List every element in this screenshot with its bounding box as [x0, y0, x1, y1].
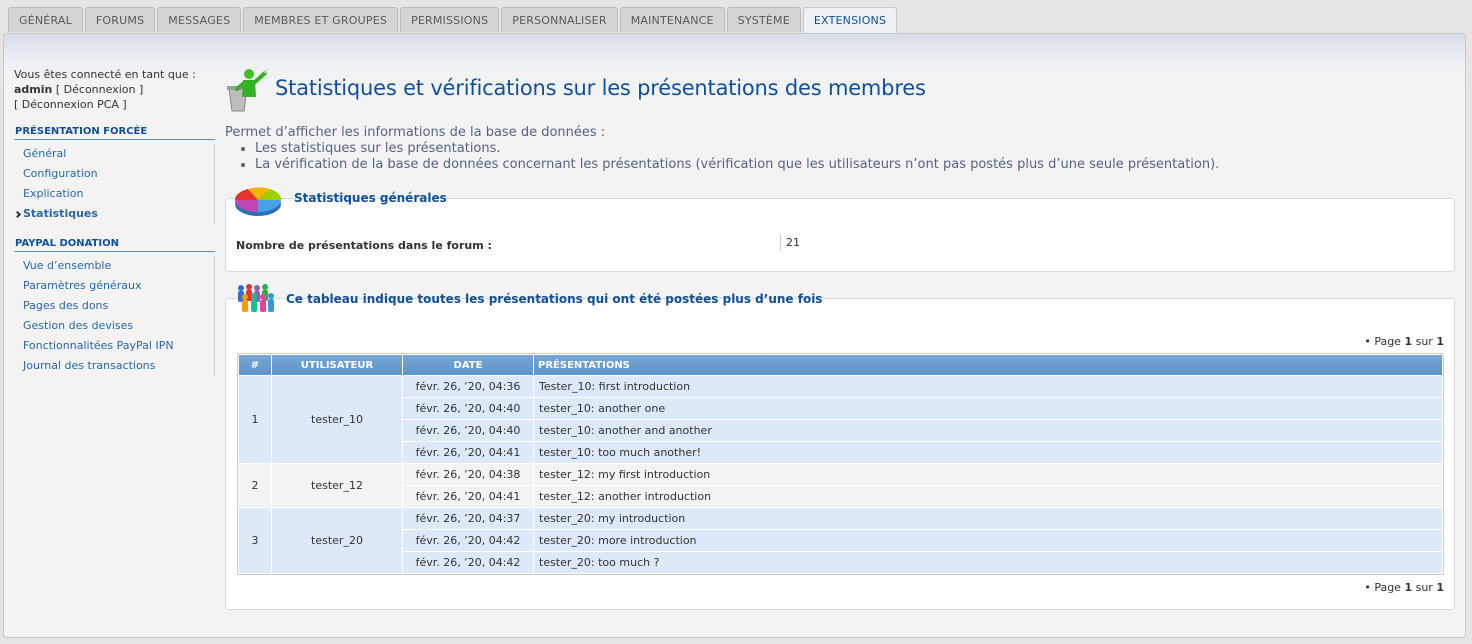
menu-header-paypal-donation: PAYPAL DONATION — [14, 238, 215, 252]
tab-members-groups[interactable]: MEMBRES ET GROUPES — [243, 7, 399, 32]
stat-divider — [780, 235, 781, 251]
tab-extensions[interactable]: EXTENSIONS — [802, 7, 898, 33]
duplicate-presentations-legend: Ce tableau indique toutes les présentati… — [236, 282, 822, 316]
intro-bullet-check: La vérification de la base de données co… — [255, 157, 1455, 173]
group-number: 1 — [239, 376, 271, 463]
intro-text: Permet d’afficher les informations de la… — [225, 125, 1455, 173]
table-row: févr. 26, ’20, 04:40 tester_10: another … — [239, 420, 1442, 441]
tab-customise[interactable]: PERSONNALISER — [501, 7, 618, 32]
general-stats-legend: Statistiques générales — [234, 178, 447, 218]
post-date: févr. 26, ’20, 04:40 — [403, 420, 533, 441]
username: admin — [14, 83, 53, 96]
teacher-podium-icon — [227, 68, 268, 112]
menu-paypal-donation: Vue d’ensemble Paramètres généraux Pages… — [14, 256, 215, 376]
sidebar-item-paypal-ipn[interactable]: Fonctionnalitées PayPal IPN — [14, 336, 214, 356]
col-date: DATE — [403, 355, 533, 375]
duplicate-presentations-table: # UTILISATEUR DATE PRÉSENTATIONS 1 teste… — [237, 353, 1444, 575]
sidebar-item-transaction-log[interactable]: Journal des transactions — [14, 356, 214, 376]
post-date: févr. 26, ’20, 04:37 — [403, 508, 533, 529]
content-area: Statistiques et vérifications sur les pr… — [225, 67, 1455, 173]
tab-forums[interactable]: FORUMS — [84, 7, 156, 32]
post-title-link[interactable]: tester_20: my introduction — [534, 508, 1442, 529]
presentation-count-value: 21 — [786, 236, 800, 249]
logout-acp-link[interactable]: [ Déconnexion PCA ] — [14, 97, 215, 112]
post-date: févr. 26, ’20, 04:42 — [403, 552, 533, 573]
tab-general[interactable]: GÉNÉRAL — [8, 7, 83, 32]
sidebar-item-donation-pages[interactable]: Pages des dons — [14, 296, 214, 316]
post-title-link[interactable]: tester_10: too much another! — [534, 442, 1442, 463]
col-presentations: PRÉSENTATIONS — [534, 355, 1442, 375]
post-date: févr. 26, ’20, 04:40 — [403, 398, 533, 419]
post-title-link[interactable]: tester_20: more introduction — [534, 530, 1442, 551]
presentation-count-label: Nombre de présentations dans le forum : — [236, 239, 492, 252]
col-number: # — [239, 355, 271, 375]
table-row: 2 tester_12 févr. 26, ’20, 04:38 tester_… — [239, 464, 1442, 507]
post-title-link[interactable]: tester_20: too much ? — [534, 552, 1442, 573]
logout-link[interactable]: [ Déconnexion ] — [56, 83, 143, 96]
pagination-bottom: • Page 1 sur 1 — [1364, 581, 1444, 594]
page-title: Statistiques et vérifications sur les pr… — [275, 76, 926, 100]
general-stats-title: Statistiques générales — [294, 191, 447, 205]
group-people-icon — [238, 284, 274, 312]
tab-maintenance[interactable]: MAINTENANCE — [619, 7, 725, 32]
group-user[interactable]: tester_20 — [272, 508, 402, 573]
tab-messages[interactable]: MESSAGES — [157, 7, 242, 32]
menu-forced-presentation: Général Configuration Explication Statis… — [14, 144, 215, 224]
tab-permissions[interactable]: PERMISSIONS — [400, 7, 500, 32]
group-user[interactable]: tester_10 — [272, 376, 402, 463]
sidebar-item-currency-management[interactable]: Gestion des devises — [14, 316, 214, 336]
intro-line: Permet d’afficher les informations de la… — [225, 125, 606, 140]
logged-in-label: Vous êtes connecté en tant que : — [14, 68, 196, 81]
post-title-link[interactable]: tester_10: another and another — [534, 420, 1442, 441]
sidebar: Vous êtes connecté en tant que : admin [… — [14, 67, 215, 376]
post-date: févr. 26, ’20, 04:38 — [403, 464, 533, 485]
sidebar-item-configuration[interactable]: Configuration — [14, 164, 214, 184]
table-row: févr. 26, ’20, 04:40 tester_10: another … — [239, 398, 1442, 419]
intro-bullet-stats: Les statistiques sur les présentations. — [255, 141, 1455, 157]
post-date: févr. 26, ’20, 04:36 — [403, 376, 533, 397]
sidebar-item-general[interactable]: Général — [14, 144, 214, 164]
table-row: févr. 26, ’20, 04:41 tester_12: another … — [239, 486, 1442, 507]
table-row: 3 tester_20 févr. 26, ’20, 04:37 tester_… — [239, 508, 1442, 573]
post-title-link[interactable]: tester_12: my first introduction — [534, 464, 1442, 485]
group-number: 3 — [239, 508, 271, 573]
tab-system[interactable]: SYSTÈME — [726, 7, 801, 32]
sidebar-item-statistics[interactable]: Statistiques — [14, 204, 214, 224]
col-user: UTILISATEUR — [272, 355, 402, 375]
post-date: févr. 26, ’20, 04:41 — [403, 442, 533, 463]
sidebar-item-explanation[interactable]: Explication — [14, 184, 214, 204]
post-title-link[interactable]: tester_12: another introduction — [534, 486, 1442, 507]
group-user[interactable]: tester_12 — [272, 464, 402, 507]
table-row: févr. 26, ’20, 04:42 tester_20: too much… — [239, 552, 1442, 573]
pie-chart-icon — [234, 187, 282, 216]
post-title-link[interactable]: Tester_10: first introduction — [534, 376, 1442, 397]
duplicate-presentations-title: Ce tableau indique toutes les présentati… — [286, 292, 823, 306]
sidebar-item-overview[interactable]: Vue d’ensemble — [14, 256, 214, 276]
post-title-link[interactable]: tester_10: another one — [534, 398, 1442, 419]
intro-bullets: Les statistiques sur les présentations. … — [225, 141, 1455, 173]
table-row: févr. 26, ’20, 04:41 tester_10: too much… — [239, 442, 1442, 463]
post-date: févr. 26, ’20, 04:41 — [403, 486, 533, 507]
menu-header-forced-presentation: PRÉSENTATION FORCÉE — [14, 126, 215, 140]
table-row: févr. 26, ’20, 04:42 tester_20: more int… — [239, 530, 1442, 551]
tab-bar: GÉNÉRAL FORUMS MESSAGES MEMBRES ET GROUP… — [8, 7, 899, 33]
duplicate-presentations-box: • Page 1 sur 1 # UTILISATEUR DATE PRÉSEN… — [225, 298, 1455, 610]
pagination-top: • Page 1 sur 1 — [1364, 335, 1444, 348]
post-date: févr. 26, ’20, 04:42 — [403, 530, 533, 551]
sidebar-item-general-settings[interactable]: Paramètres généraux — [14, 276, 214, 296]
login-status: Vous êtes connecté en tant que : admin [… — [14, 67, 215, 112]
table-row: 1 tester_10 févr. 26, ’20, 04:36 Tester_… — [239, 376, 1442, 463]
group-number: 2 — [239, 464, 271, 507]
